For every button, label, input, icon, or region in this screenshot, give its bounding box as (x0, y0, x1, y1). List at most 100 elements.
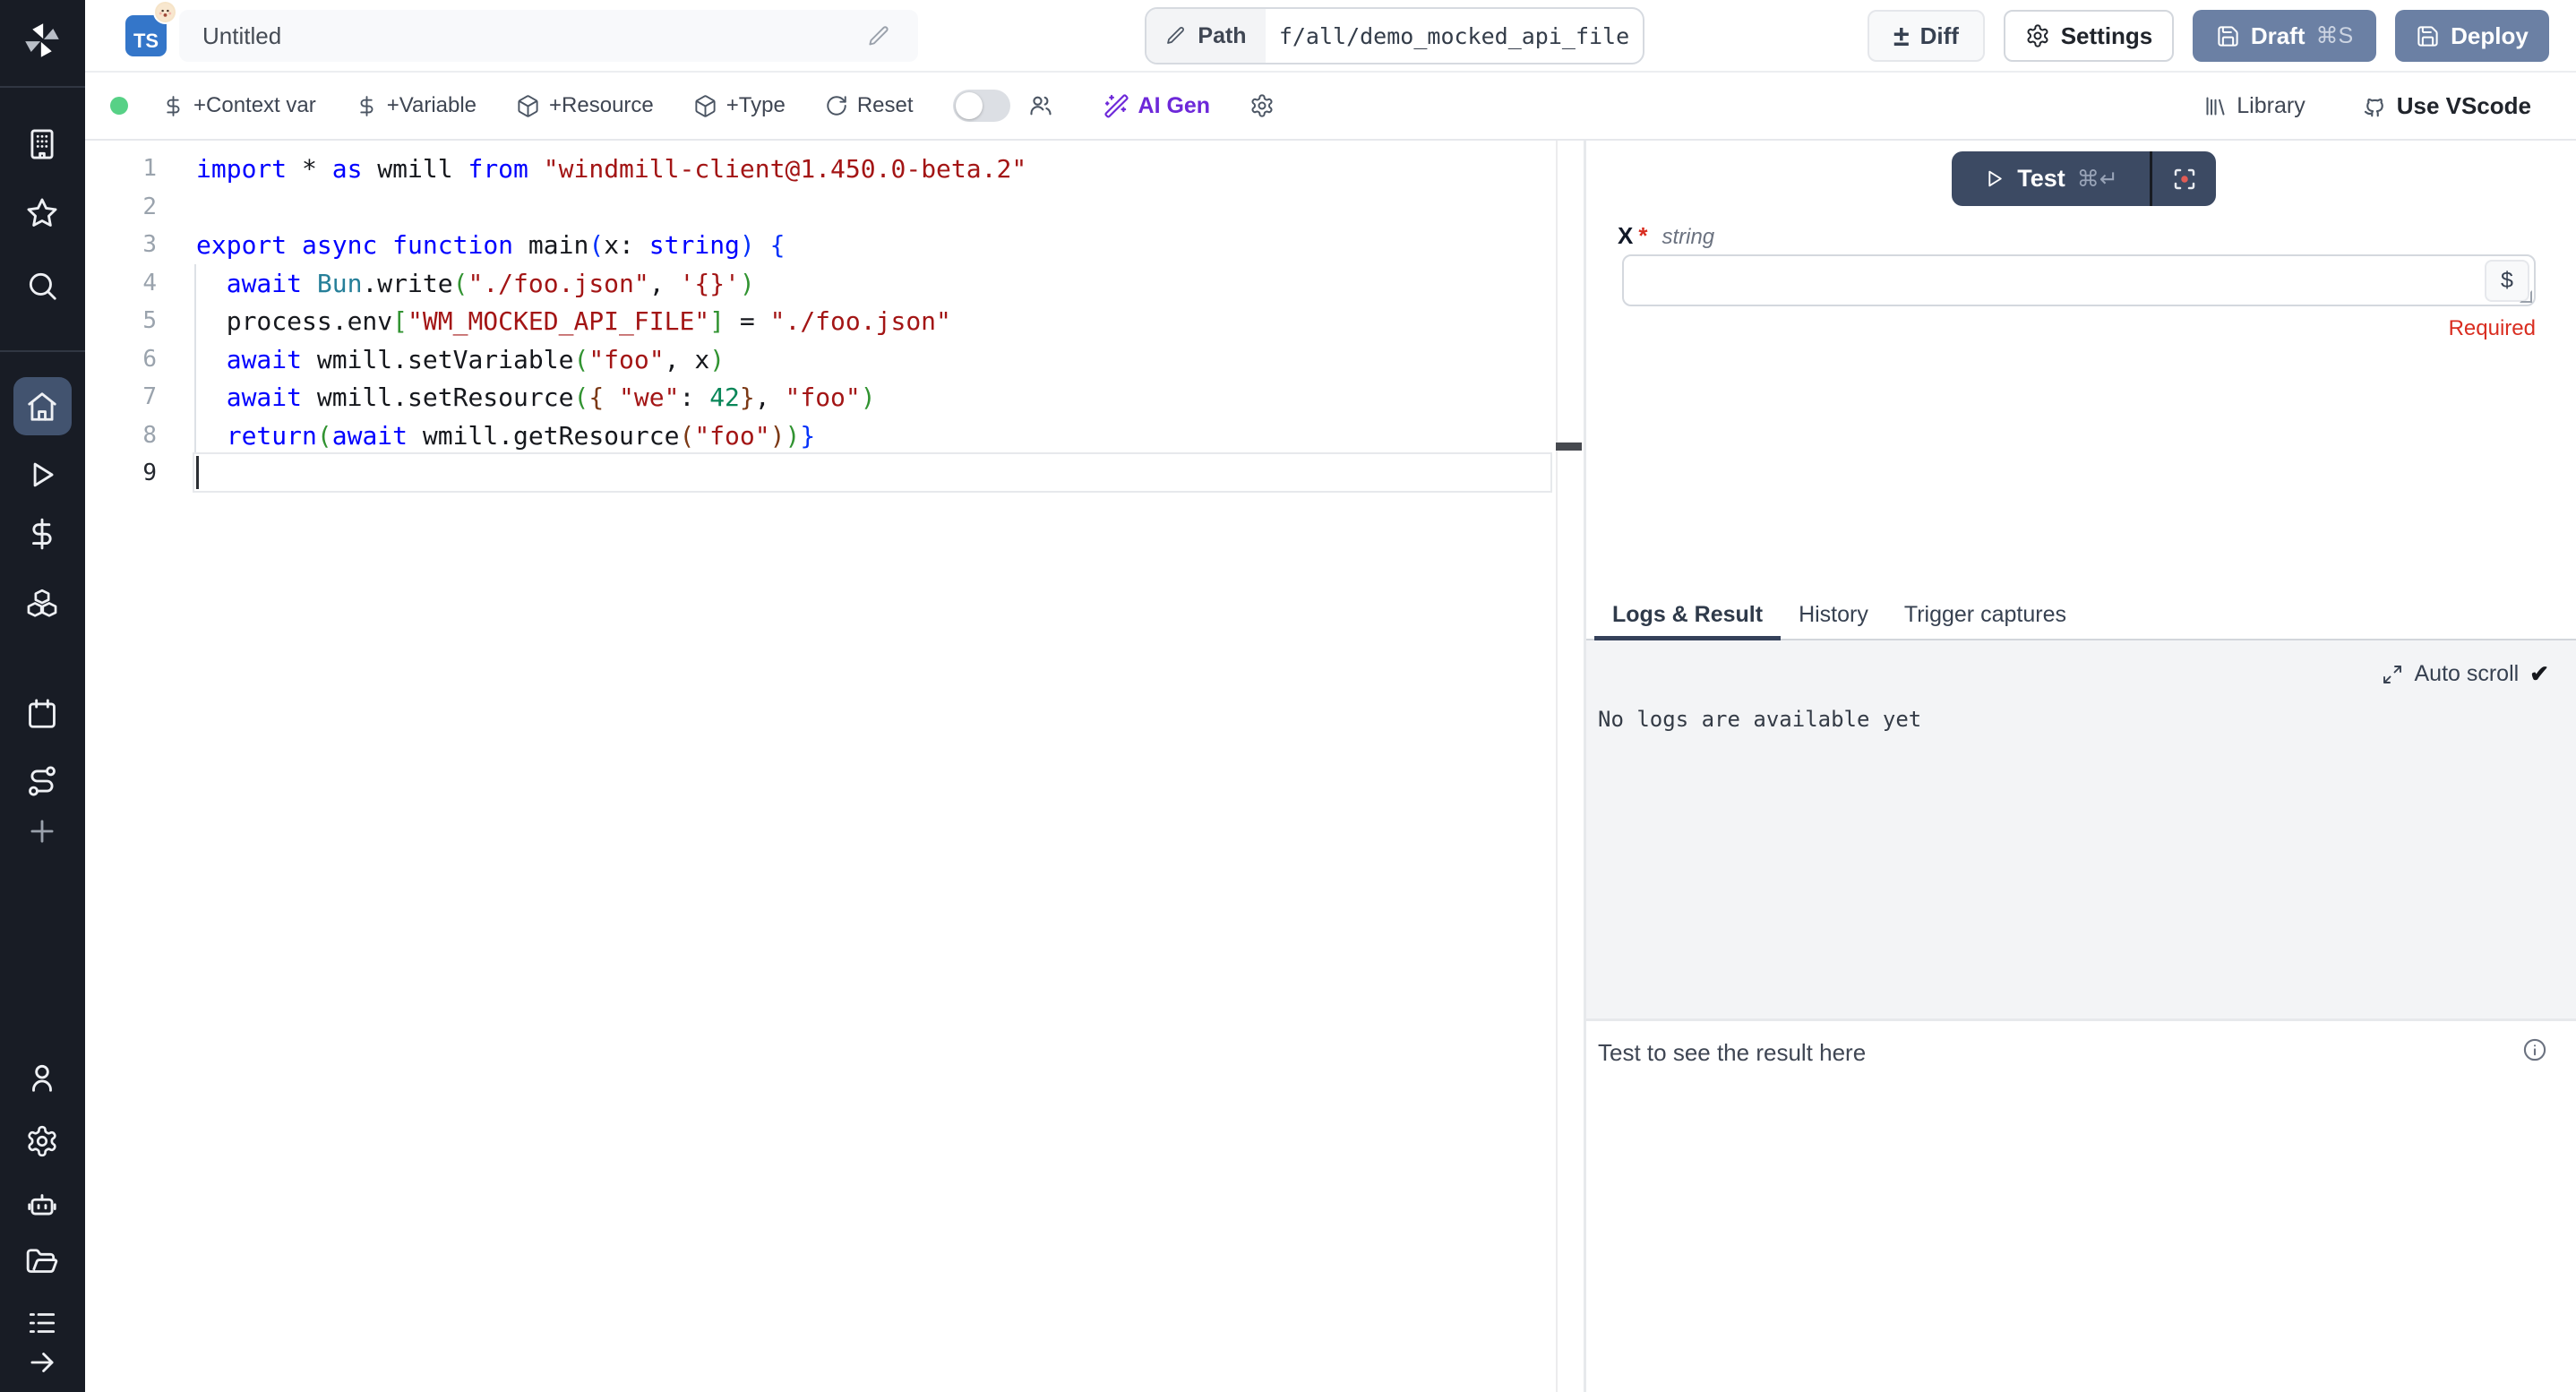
arg-type: string (1662, 225, 1714, 250)
topbar: TS Untitled Path (85, 0, 2576, 73)
add-context-var-button[interactable]: +Context var (162, 93, 316, 118)
sidebar-item-account[interactable] (22, 1058, 62, 1097)
expand-icon (2382, 664, 2403, 685)
path-field[interactable]: Path f/all/demo_mocked_api_file (1145, 7, 1644, 64)
sidebar-collapse[interactable] (22, 1345, 62, 1380)
arg-input-field[interactable]: $ (1622, 254, 2536, 306)
windmill-logo-icon[interactable] (21, 20, 63, 61)
info-icon[interactable] (2522, 1037, 2547, 1062)
collab-toggle[interactable] (953, 90, 1010, 122)
deploy-button[interactable]: Deploy (2395, 10, 2549, 62)
dollar-icon (25, 517, 59, 551)
editor-settings-button[interactable] (1249, 93, 1275, 118)
play-icon (1983, 168, 2005, 190)
sidebar-item-settings[interactable] (22, 1121, 62, 1161)
sidebar-item-audit-logs[interactable] (22, 1303, 62, 1343)
list-icon (25, 1306, 59, 1340)
building-icon (25, 127, 59, 161)
required-asterisk: * (1638, 222, 1647, 250)
sidebar-item-add[interactable] (22, 812, 62, 851)
bot-icon (25, 1187, 59, 1221)
gear-icon (2025, 23, 2050, 48)
auto-scroll-toggle[interactable]: Auto scroll ✔ (2382, 660, 2549, 688)
line-number: 2 (85, 188, 157, 227)
line-number: 1 (85, 150, 157, 188)
sidebar-item-resources[interactable] (22, 585, 62, 624)
line-number: 4 (85, 264, 157, 303)
result-placeholder: Test to see the result here (1598, 1039, 1866, 1067)
test-shortcut: ⌘↵ (2077, 166, 2118, 193)
code-line-4[interactable]: await Bun.write("./foo.json", '{}') (196, 264, 755, 303)
pencil-icon (1165, 25, 1187, 47)
sidebar-item-search[interactable] (22, 266, 62, 305)
add-variable-button[interactable]: +Variable (356, 93, 477, 118)
left-sidebar (0, 0, 85, 1392)
overview-ruler[interactable] (1556, 141, 1558, 1392)
search-icon (25, 269, 59, 303)
use-vscode-button[interactable]: Use VScode (2361, 92, 2531, 120)
code-line-7[interactable]: await wmill.setResource({ "we": 42}, "fo… (196, 378, 876, 417)
windmill-script-editor: TS Untitled Path (0, 0, 2576, 1392)
add-type-button[interactable]: +Type (693, 93, 786, 118)
diff-button[interactable]: ± Diff (1868, 10, 1985, 62)
sidebar-item-variables[interactable] (22, 514, 62, 554)
calendar-icon (25, 697, 59, 731)
sidebar-item-schedules[interactable] (22, 694, 62, 734)
draft-button[interactable]: Draft ⌘S (2193, 10, 2376, 62)
required-hint: Required (1622, 316, 2536, 341)
test-split-button[interactable]: Test ⌘↵ (1952, 151, 2216, 206)
wand-sparkles-icon (1103, 93, 1129, 119)
script-title: Untitled (202, 22, 867, 50)
script-title-field[interactable]: Untitled (179, 10, 918, 62)
run-panel: Test ⌘↵ X* string $ Required Logs & Resu… (1586, 141, 2576, 1392)
line-number: 6 (85, 340, 157, 379)
reset-button[interactable]: Reset (825, 93, 914, 118)
library-icon (2203, 94, 2228, 118)
plus-minus-icon: ± (1893, 21, 1910, 50)
current-line-highlight (193, 452, 1552, 493)
code-line-3[interactable]: export async function main(x: string) { (196, 226, 786, 264)
overview-ruler-cursor-marker (1556, 443, 1582, 451)
tab-logs-result[interactable]: Logs & Result (1594, 591, 1781, 639)
sidebar-item-flows[interactable] (22, 761, 62, 801)
sidebar-item-runs[interactable] (22, 455, 62, 494)
capture-test-button[interactable] (2152, 151, 2216, 206)
code-line-8[interactable]: return(await wmill.getResource("foo"))} (196, 417, 815, 455)
result-tabs: Logs & Result History Trigger captures (1586, 591, 2576, 640)
insert-variable-button[interactable]: $ (2485, 260, 2529, 302)
sidebar-item-folders[interactable] (22, 1243, 62, 1283)
draft-shortcut: ⌘S (2315, 22, 2353, 49)
code-line-6[interactable]: await wmill.setVariable("foo", x) (196, 340, 725, 379)
code-line-1[interactable]: import * as wmill from "windmill-client@… (196, 150, 1026, 188)
route-icon (25, 764, 59, 798)
dollar-icon (162, 95, 185, 117)
tab-trigger-captures[interactable]: Trigger captures (1886, 591, 2084, 639)
test-button[interactable]: Test ⌘↵ (1952, 151, 2150, 206)
argument-label-row: X* string (1618, 222, 1714, 250)
tab-history[interactable]: History (1781, 591, 1886, 639)
sidebar-item-workers[interactable] (22, 1184, 62, 1224)
editor-toolbar: +Context var +Variable +Resource +Type (85, 73, 2576, 141)
line-number: 9 (85, 454, 157, 493)
code-editor[interactable]: 123456789 import * as wmill from "windmi… (85, 141, 1584, 1392)
add-resource-button[interactable]: +Resource (516, 93, 654, 118)
sidebar-item-workspace[interactable] (22, 125, 62, 164)
ai-gen-button[interactable]: AI Gen (1103, 93, 1211, 119)
arg-name: X (1618, 222, 1633, 250)
status-dot (110, 97, 128, 115)
sidebar-item-favorites[interactable] (22, 193, 62, 233)
line-number: 5 (85, 302, 157, 340)
home-icon[interactable] (22, 387, 62, 426)
line-number: 3 (85, 226, 157, 264)
package-icon (516, 94, 540, 118)
path-label-segment: Path (1146, 9, 1266, 63)
gear-icon (1249, 93, 1275, 118)
save-icon (2216, 24, 2240, 48)
collaborators-button[interactable] (1028, 93, 1053, 118)
edit-pencil-icon[interactable] (867, 24, 891, 48)
library-button[interactable]: Library (2203, 93, 2305, 119)
users-icon (1028, 93, 1053, 118)
code-line-5[interactable]: process.env["WM_MOCKED_API_FILE"] = "./f… (196, 302, 951, 340)
play-icon (25, 458, 59, 492)
settings-button[interactable]: Settings (2004, 10, 2174, 62)
